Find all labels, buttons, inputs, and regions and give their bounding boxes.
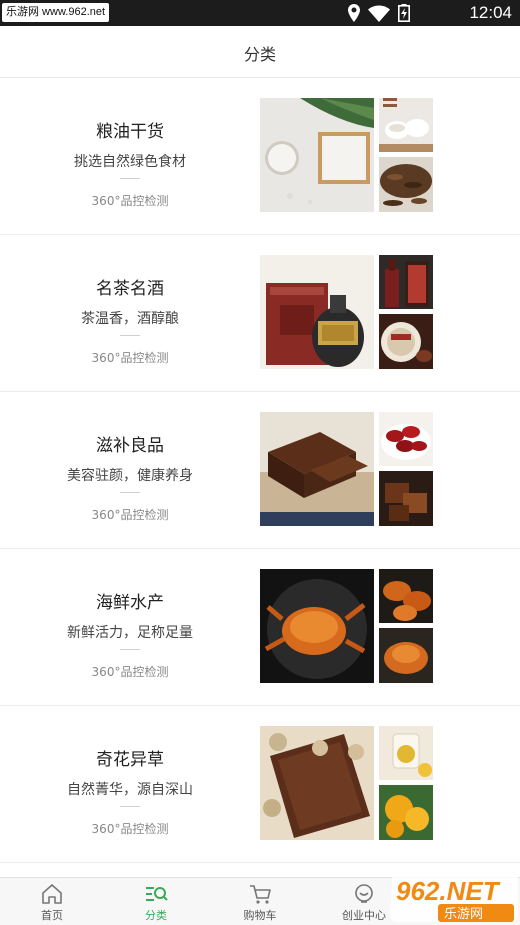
- product-image-rice: [260, 98, 374, 212]
- product-image-tea-cups: [379, 98, 433, 152]
- page-header: 分类: [0, 26, 520, 78]
- category-subtitle: 茶温香，酒醇酿: [81, 311, 179, 327]
- quality-check-label: 360°品控检测: [91, 194, 169, 208]
- page-title: 分类: [243, 45, 276, 64]
- home-icon: [42, 884, 62, 904]
- product-image-sugar-blocks: [379, 471, 433, 526]
- nav-label: 首页: [41, 909, 63, 922]
- product-image-flower-tea: [379, 726, 433, 780]
- nav-item-home[interactable]: 首页: [0, 878, 104, 925]
- quality-check-label: 360°品控检测: [91, 665, 169, 679]
- category-item-grain-oil[interactable]: 粮油干货 挑选自然绿色食材 360°品控检测: [0, 78, 520, 235]
- category-title: 海鲜水产: [96, 593, 164, 613]
- product-image-red-dates: [379, 412, 433, 466]
- divider: [120, 178, 140, 179]
- status-time: 12:04: [469, 3, 512, 22]
- product-image-crabs-basket: [379, 569, 433, 623]
- category-search-icon: [146, 887, 168, 901]
- divider: [120, 649, 140, 650]
- nav-label: 分类: [145, 909, 167, 922]
- nav-item-category[interactable]: 分类: [104, 878, 208, 925]
- quality-check-label: 360°品控检测: [91, 508, 169, 522]
- product-image-wine-bottle: [379, 255, 433, 309]
- startup-center-icon: [355, 884, 373, 903]
- divider: [120, 492, 140, 493]
- battery-icon: [398, 4, 410, 22]
- category-subtitle: 自然菁华，源自深山: [67, 782, 193, 798]
- status-bar: 乐游网 www.962.net 12:04: [0, 0, 520, 26]
- wifi-icon: [368, 5, 390, 22]
- status-bar-watermark: 乐游网 www.962.net: [2, 3, 110, 22]
- product-image-dried-tea: [379, 157, 433, 212]
- divider: [120, 335, 140, 336]
- category-text: 奇花异草 自然菁华，源自深山 360°品控检测: [0, 706, 260, 862]
- product-image-brown-sugar: [260, 412, 374, 526]
- quality-check-label: 360°品控检测: [91, 822, 169, 836]
- product-image-steamed-crab: [379, 628, 433, 683]
- cart-icon: [250, 885, 271, 904]
- category-subtitle: 美容驻颜，健康养身: [67, 468, 193, 484]
- product-image-crab-plate: [260, 569, 374, 683]
- category-item-herbs-flowers[interactable]: 奇花异草 自然菁华，源自深山 360°品控检测: [0, 706, 520, 863]
- product-image-tea-cake: [379, 314, 433, 369]
- category-title: 名茶名酒: [96, 279, 164, 299]
- category-item-seafood[interactable]: 海鲜水产 新鲜活力，足称足量 360°品控检测: [0, 549, 520, 706]
- nav-label: 购物车: [243, 909, 277, 922]
- watermark-site: 乐游网: [444, 907, 483, 922]
- product-image-herb-board: [260, 726, 374, 840]
- product-image-chrysanthemum: [379, 785, 433, 840]
- category-title: 粮油干货: [96, 122, 164, 142]
- category-item-tonics[interactable]: 滋补良品 美容驻颜，健康养身 360°品控检测: [0, 392, 520, 549]
- category-item-tea-wine[interactable]: 名茶名酒 茶温香，酒醇酿 360°品控检测: [0, 235, 520, 392]
- category-title: 滋补良品: [96, 436, 164, 456]
- category-text: 名茶名酒 茶温香，酒醇酿 360°品控检测: [0, 235, 260, 391]
- watermark-brand: 962.NET: [396, 876, 501, 906]
- product-image-liquor-box: [260, 255, 374, 369]
- category-subtitle: 挑选自然绿色食材: [74, 154, 186, 170]
- category-subtitle: 新鲜活力，足称足量: [67, 625, 193, 641]
- watermark-logo: 962.NET 乐游网: [390, 872, 518, 922]
- nav-item-cart[interactable]: 购物车: [208, 878, 312, 925]
- status-icons: [348, 4, 410, 22]
- category-text: 海鲜水产 新鲜活力，足称足量 360°品控检测: [0, 549, 260, 705]
- location-icon: [348, 4, 360, 22]
- category-text: 粮油干货 挑选自然绿色食材 360°品控检测: [0, 78, 260, 234]
- divider: [120, 806, 140, 807]
- category-title: 奇花异草: [96, 750, 164, 770]
- category-list: 粮油干货 挑选自然绿色食材 360°品控检测 名茶名酒 茶温香，酒醇酿 360°…: [0, 78, 520, 863]
- quality-check-label: 360°品控检测: [91, 351, 169, 365]
- category-text: 滋补良品 美容驻颜，健康养身 360°品控检测: [0, 392, 260, 548]
